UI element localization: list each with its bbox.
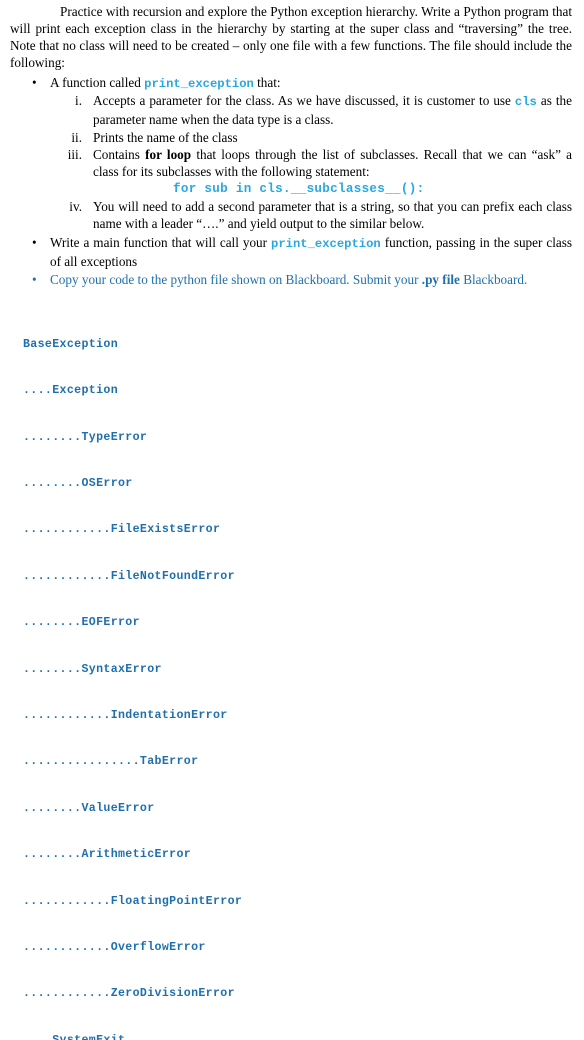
roman-item-ii: ii. Prints the name of the class bbox=[50, 129, 572, 146]
hierarchy-line: ............ZeroDivisionError bbox=[23, 987, 235, 1001]
bullet-blue-bold-py-file: .py file bbox=[421, 271, 460, 287]
hierarchy-line: ............FileNotFoundError bbox=[23, 569, 235, 583]
bullet-blue-text-part1: Copy your code to the python file shown … bbox=[50, 271, 422, 287]
inline-code-print-exception: print_exception bbox=[144, 76, 254, 91]
bullet-main-text-before-code: Write a main function that will call you… bbox=[50, 234, 272, 250]
hierarchy-line: ............IndentationError bbox=[23, 709, 228, 722]
bullet-item-print-exception: • A function called print_exception that:… bbox=[0, 74, 584, 233]
roman-iii-bold-for-loop: for loop bbox=[145, 146, 192, 162]
bullet-text-after-code: that: bbox=[253, 74, 281, 90]
document-page: Practice with recursion and explore the … bbox=[0, 0, 584, 1040]
roman-i-text-before-code: Accepts a parameter for the class. As we… bbox=[93, 93, 515, 109]
bullet-item-main-function: • Write a main function that will call yo… bbox=[0, 234, 584, 270]
roman-iv-text: You will need to add a second parameter … bbox=[93, 199, 572, 232]
exception-hierarchy-listing: BaseException ....Exception ........Type… bbox=[0, 288, 584, 1040]
roman-item-iii: iii. Contains for loop that loops through… bbox=[50, 146, 572, 198]
bullet-blue-text-part2: Blackboard. bbox=[459, 271, 528, 287]
roman-item-i: i. Accepts a parameter for the class. As … bbox=[50, 92, 572, 128]
hierarchy-line: ....Exception bbox=[23, 384, 118, 398]
hierarchy-line: ................TabError bbox=[23, 755, 199, 769]
instruction-bullet-list: • A function called print_exception that:… bbox=[0, 74, 584, 288]
hierarchy-line: ........ArithmeticError bbox=[23, 848, 192, 862]
hierarchy-line: ............OverflowError bbox=[23, 941, 206, 955]
roman-item-iv: iv. You will need to add a second paramet… bbox=[50, 198, 572, 232]
hierarchy-line: BaseException bbox=[23, 337, 118, 351]
hierarchy-line: ............FloatingPointError bbox=[23, 894, 243, 908]
roman-marker-iv: iv. bbox=[69, 199, 82, 215]
hierarchy-line: ........SyntaxError bbox=[23, 662, 162, 676]
hierarchy-line: ....SystemExit bbox=[23, 1033, 584, 1040]
bullet-text-before-code: A function called bbox=[50, 74, 145, 90]
hierarchy-line: ........ValueError bbox=[23, 801, 155, 815]
hierarchy-line: ........TypeError bbox=[23, 430, 148, 444]
bullet-item-submit-blackboard: • Copy your code to the python file shown… bbox=[0, 271, 584, 288]
hierarchy-line: ........EOFError bbox=[23, 616, 140, 630]
roman-marker-iii: iii. bbox=[67, 146, 82, 162]
roman-iii-text-part1: Contains bbox=[93, 146, 146, 162]
roman-marker-ii: ii. bbox=[71, 129, 82, 145]
bullet-dot-icon: • bbox=[32, 271, 37, 287]
intro-paragraph: Practice with recursion and explore the … bbox=[10, 4, 572, 71]
bullet-dot-icon: • bbox=[32, 74, 37, 90]
inline-code-cls: cls bbox=[514, 95, 537, 110]
code-block-subclasses: for sub in cls.__subclasses__(): bbox=[173, 181, 425, 196]
inline-code-print-exception-2: print_exception bbox=[271, 236, 381, 251]
roman-marker-i: i. bbox=[75, 93, 82, 109]
hierarchy-line: ........OSError bbox=[23, 476, 133, 490]
roman-numeral-list: i. Accepts a parameter for the class. As … bbox=[50, 92, 572, 232]
bullet-dot-icon: • bbox=[32, 234, 37, 250]
hierarchy-line: ............FileExistsError bbox=[23, 523, 221, 537]
roman-ii-text: Prints the name of the class bbox=[93, 129, 238, 145]
